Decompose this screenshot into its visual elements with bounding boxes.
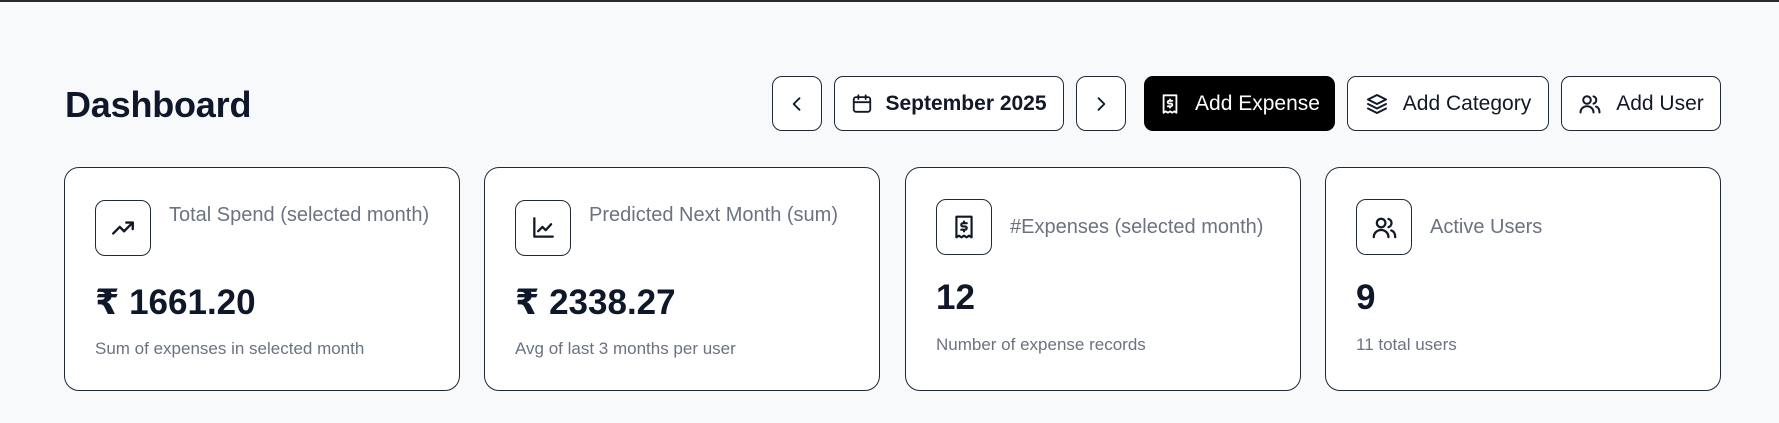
receipt-icon bbox=[1159, 93, 1195, 115]
previous-month-button[interactable] bbox=[772, 76, 822, 131]
stat-card-value: ₹ 2338.27 bbox=[515, 283, 676, 322]
stat-card-value: ₹ 1661.20 bbox=[95, 283, 256, 322]
stat-card-value: 12 bbox=[936, 278, 975, 317]
stat-card-title: Predicted Next Month (sum) bbox=[589, 204, 838, 226]
chevron-left-icon bbox=[787, 94, 807, 114]
users-icon bbox=[1356, 199, 1412, 255]
stat-card-value: 9 bbox=[1356, 278, 1376, 317]
stat-card-total-spend: Total Spend (selected month) ₹ 1661.20 S… bbox=[64, 167, 460, 391]
stat-card-title: Total Spend (selected month) bbox=[169, 204, 430, 226]
stat-card-subtitle: Number of expense records bbox=[936, 335, 1146, 354]
add-category-button[interactable]: Add Category bbox=[1347, 76, 1549, 131]
chevron-right-icon bbox=[1091, 94, 1111, 114]
calendar-icon bbox=[851, 93, 885, 115]
month-picker-button[interactable]: September 2025 bbox=[834, 76, 1064, 131]
users-icon bbox=[1578, 92, 1616, 116]
add-expense-button[interactable]: Add Expense bbox=[1144, 76, 1335, 131]
stat-card-active-users: Active Users 9 11 total users bbox=[1325, 167, 1721, 391]
stat-card-title: #Expenses (selected month) bbox=[1010, 216, 1264, 238]
stat-card-predicted: Predicted Next Month (sum) ₹ 2338.27 Avg… bbox=[484, 167, 880, 391]
add-user-label: Add User bbox=[1616, 91, 1704, 115]
line-chart-icon bbox=[515, 200, 571, 256]
stat-card-subtitle: Sum of expenses in selected month bbox=[95, 339, 365, 358]
month-label: September 2025 bbox=[885, 91, 1047, 115]
page-title: Dashboard bbox=[65, 84, 252, 125]
top-border-line bbox=[0, 0, 1779, 2]
trending-up-icon bbox=[95, 200, 151, 256]
next-month-button[interactable] bbox=[1076, 76, 1126, 131]
add-category-label: Add Category bbox=[1402, 91, 1532, 115]
add-expense-label: Add Expense bbox=[1195, 91, 1320, 115]
stat-card-subtitle: 11 total users bbox=[1356, 335, 1457, 354]
add-user-button[interactable]: Add User bbox=[1561, 76, 1721, 131]
layers-icon bbox=[1365, 92, 1403, 116]
stat-card-title: Active Users bbox=[1430, 216, 1543, 238]
stat-card-expense-count: #Expenses (selected month) 12 Number of … bbox=[905, 167, 1301, 391]
receipt-icon bbox=[936, 199, 992, 255]
stat-card-subtitle: Avg of last 3 months per user bbox=[515, 339, 736, 358]
